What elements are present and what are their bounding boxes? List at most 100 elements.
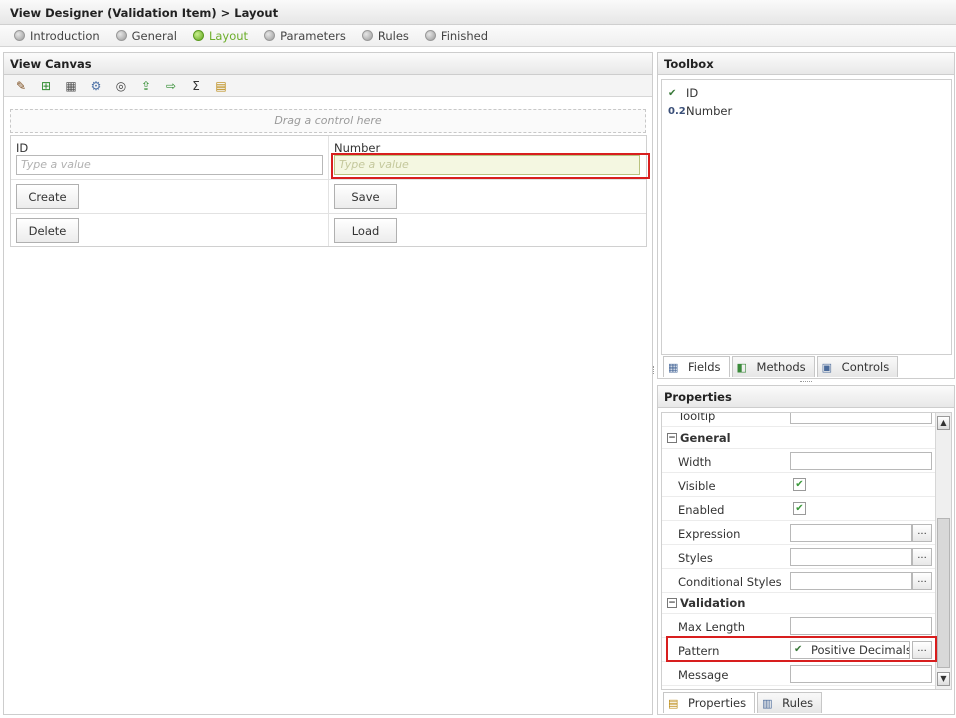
pattern-row-highlight	[666, 636, 937, 662]
panel-title: Toolbox	[658, 53, 954, 75]
width-field[interactable]	[790, 452, 932, 470]
expression-field[interactable]	[790, 524, 912, 542]
step-layout[interactable]: Layout	[192, 28, 249, 43]
grid-cell[interactable]: Save	[329, 180, 646, 214]
canvas-toolbar: ✎ ⊞ ▦ ⚙ ◎ ⇪ ⇨ Σ ▤	[4, 75, 652, 97]
properties-panel: Properties Tooltip − General Width Visib…	[657, 385, 955, 715]
toolbox-item-id[interactable]: ✔ ID	[662, 84, 951, 102]
property-label: Message	[678, 668, 729, 682]
step-rules[interactable]: Rules	[361, 28, 409, 43]
step-status-icon	[424, 30, 436, 41]
property-label: Width	[678, 455, 712, 469]
id-field-icon: ✔	[668, 87, 677, 99]
binoculars-icon[interactable]: ◎	[112, 78, 130, 94]
step-label: Layout	[208, 28, 249, 43]
step-label: Rules	[377, 28, 409, 43]
horizontal-splitter[interactable]	[657, 380, 955, 384]
toolbox-item-number[interactable]: 0.2 Number	[662, 102, 951, 120]
section-validation[interactable]: − Validation	[662, 593, 936, 614]
splitter-grip	[653, 366, 656, 374]
property-row-enabled: Enabled ✔	[662, 497, 936, 521]
tab-methods[interactable]: ◧ Methods	[731, 356, 815, 377]
conditional-styles-ellipsis-button[interactable]: ...	[912, 572, 932, 590]
delete-button[interactable]: Delete	[16, 218, 79, 243]
tab-label: Properties	[688, 696, 747, 710]
step-parameters[interactable]: Parameters	[264, 29, 346, 43]
create-button[interactable]: Create	[16, 184, 79, 209]
step-status-icon	[115, 30, 127, 41]
rules-icon: ▥	[762, 696, 773, 710]
enabled-checkbox[interactable]: ✔	[793, 502, 806, 515]
toolbox-item-label: Number	[686, 104, 733, 118]
load-button[interactable]: Load	[334, 218, 397, 243]
message-field[interactable]	[790, 665, 932, 683]
property-label: Conditional Styles	[678, 575, 782, 589]
view-canvas-panel: View Canvas ✎ ⊞ ▦ ⚙ ◎ ⇪ ⇨ Σ ▤ Drag a con…	[3, 52, 653, 715]
grid-cell[interactable]: ID Type a value	[11, 136, 329, 180]
visible-checkbox[interactable]: ✔	[793, 478, 806, 491]
step-label: Introduction	[30, 28, 100, 43]
gear-icon[interactable]: ⚙	[87, 78, 105, 94]
grid-cell[interactable]: Delete	[11, 214, 329, 246]
section-title: Validation	[680, 596, 746, 610]
expression-ellipsis-button[interactable]: ...	[912, 524, 932, 542]
grid-cell[interactable]: Create	[11, 180, 329, 214]
export-icon[interactable]: ⇨	[162, 78, 180, 94]
scroll-down-icon[interactable]: ▼	[937, 672, 950, 686]
tab-label: Fields	[688, 360, 721, 374]
scroll-thumb[interactable]	[937, 518, 950, 668]
panel-title: View Canvas	[4, 53, 652, 75]
id-input[interactable]: Type a value	[16, 155, 323, 175]
tab-fields[interactable]: ▦ Fields	[663, 356, 730, 377]
property-row-message: Message	[662, 662, 936, 686]
property-row-expression: Expression ...	[662, 521, 936, 545]
max-length-field[interactable]	[790, 617, 932, 635]
tab-label: Methods	[756, 360, 806, 374]
property-row-tooltip: Tooltip	[662, 412, 936, 427]
conditional-styles-field[interactable]	[790, 572, 912, 590]
properties-scrollbar[interactable]: ▲ ▼	[935, 413, 951, 689]
step-status-icon	[361, 30, 373, 41]
tab-controls[interactable]: ▣ Controls	[816, 356, 899, 377]
step-label: General	[131, 28, 177, 43]
collapse-icon[interactable]: −	[667, 598, 677, 608]
tab-label: Rules	[782, 696, 814, 710]
import-icon[interactable]: ⇪	[137, 78, 155, 94]
properties-tabs: ▤ Properties ▥ Rules	[663, 692, 824, 714]
step-general[interactable]: General	[115, 28, 177, 43]
styles-field[interactable]	[790, 548, 912, 566]
tab-rules[interactable]: ▥ Rules	[757, 692, 823, 713]
panel-title: Properties	[658, 386, 954, 408]
add-table-icon[interactable]: ⊞	[37, 78, 55, 94]
scroll-up-icon[interactable]: ▲	[937, 416, 950, 430]
property-row-visible: Visible ✔	[662, 473, 936, 497]
step-label: Parameters	[280, 28, 346, 43]
tab-properties[interactable]: ▤ Properties	[663, 692, 756, 713]
tooltip-field[interactable]	[790, 413, 932, 424]
decimal-field-icon: 0.2	[668, 105, 686, 117]
edit-table-icon[interactable]: ▦	[62, 78, 80, 94]
sigma-icon[interactable]: Σ	[187, 78, 205, 94]
property-label: Enabled	[678, 503, 725, 517]
drop-zone[interactable]: Drag a control here	[10, 109, 646, 133]
wand-icon[interactable]: ✎	[12, 78, 30, 94]
save-button[interactable]: Save	[334, 184, 397, 209]
controls-icon: ▣	[821, 360, 833, 374]
fields-icon: ▦	[668, 360, 679, 374]
step-finished[interactable]: Finished	[424, 29, 488, 43]
window-title: View Designer (Validation Item) > Layout	[0, 0, 956, 25]
step-introduction[interactable]: Introduction	[14, 29, 100, 43]
toolbox-list: ✔ ID 0.2 Number	[661, 79, 952, 355]
layout-grid: ID Type a value Number Type a value Crea…	[10, 135, 647, 247]
grid-cell[interactable]: Load	[329, 214, 646, 246]
styles-ellipsis-button[interactable]: ...	[912, 548, 932, 566]
notes-icon[interactable]: ▤	[212, 78, 230, 94]
section-general[interactable]: − General	[662, 428, 936, 449]
property-label: Visible	[678, 479, 716, 493]
collapse-icon[interactable]: −	[667, 433, 677, 443]
toolbox-tabs: ▦ Fields ◧ Methods ▣ Controls	[663, 356, 900, 378]
property-label: Tooltip	[678, 412, 716, 423]
property-row-conditional-styles: Conditional Styles ...	[662, 569, 936, 593]
tab-label: Controls	[841, 360, 890, 374]
wizard-steps: Introduction General Layout Parameters R…	[0, 25, 956, 47]
